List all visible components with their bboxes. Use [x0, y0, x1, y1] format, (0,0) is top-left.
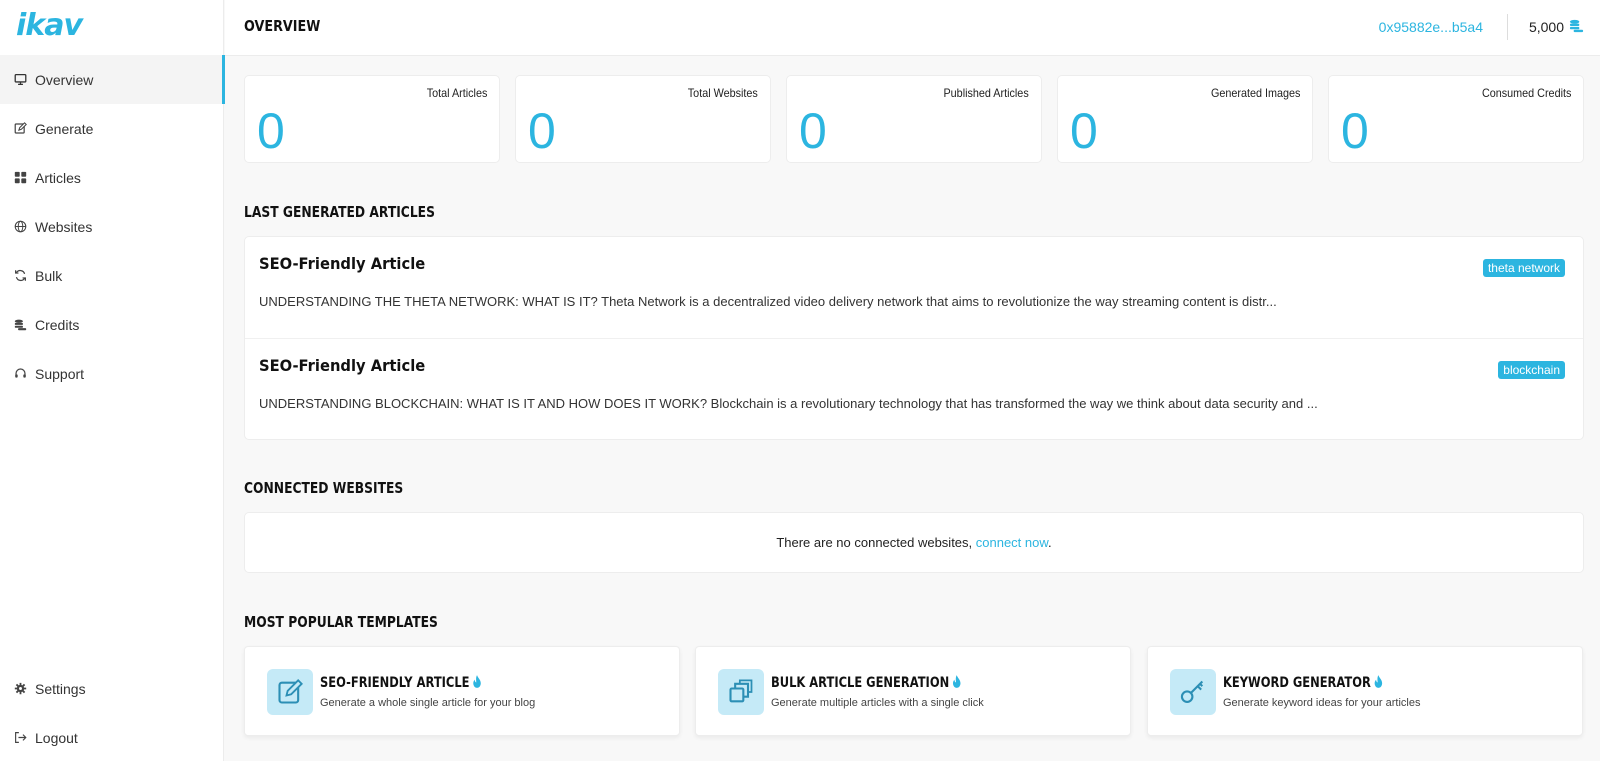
stat-value: 0 — [1070, 103, 1098, 159]
sidebar-item-settings[interactable]: Settings — [0, 664, 224, 713]
logout-icon — [14, 731, 27, 744]
flame-icon — [1374, 675, 1383, 688]
stat-value: 0 — [1341, 103, 1369, 159]
stat-card-total-articles: Total Articles 0 — [244, 75, 500, 163]
connected-websites-box: There are no connected websites, connect… — [244, 512, 1584, 573]
section-title-last-articles: LAST GENERATED ARTICLES — [244, 203, 435, 221]
template-title: BULK ARTICLE GENERATION — [771, 675, 961, 691]
sidebar-item-label: Generate — [35, 120, 94, 137]
headset-icon — [14, 367, 27, 380]
credits-balance[interactable]: 5,000 — [1529, 18, 1584, 36]
section-title-connected-websites: CONNECTED WEBSITES — [244, 479, 404, 497]
page-title: OVERVIEW — [244, 17, 321, 35]
template-description: Generate multiple articles with a single… — [771, 697, 984, 709]
stat-label: Published Articles — [943, 86, 1029, 100]
coins-icon — [1569, 18, 1584, 36]
stat-value: 0 — [799, 103, 827, 159]
monitor-icon — [14, 73, 27, 86]
sidebar-item-label: Articles — [35, 169, 81, 186]
article-item[interactable]: SEO-Friendly Article theta network UNDER… — [245, 237, 1583, 338]
refresh-icon — [14, 269, 27, 282]
sidebar-item-articles[interactable]: Articles — [0, 153, 224, 202]
template-description: Generate keyword ideas for your articles — [1223, 697, 1421, 709]
stat-card-consumed-credits: Consumed Credits 0 — [1328, 75, 1584, 163]
sidebar-item-label: Logout — [35, 729, 78, 746]
wallet-address[interactable]: 0x95882e...b5a4 — [1379, 19, 1483, 35]
sidebar-item-label: Credits — [35, 316, 80, 333]
gear-icon — [14, 682, 27, 695]
copy-icon — [718, 669, 764, 715]
article-tag: theta network — [1482, 259, 1565, 277]
grid-icon — [14, 171, 27, 184]
stat-label: Total Websites — [687, 86, 758, 100]
app-logo[interactable]: ikav — [16, 8, 83, 43]
sidebar-item-credits[interactable]: Credits — [0, 300, 224, 349]
top-header: OVERVIEW 0x95882e...b5a4 5,000 — [225, 0, 1600, 56]
article-title[interactable]: SEO-Friendly Article — [259, 356, 425, 375]
stat-value: 0 — [257, 103, 285, 159]
flame-icon — [952, 675, 961, 688]
stat-label: Total Articles — [426, 86, 487, 100]
sidebar-bottom-nav: Settings Logout — [0, 664, 224, 761]
article-item[interactable]: SEO-Friendly Article blockchain UNDERSTA… — [245, 338, 1583, 439]
sidebar-item-logout[interactable]: Logout — [0, 713, 224, 761]
section-title-templates: MOST POPULAR TEMPLATES — [244, 613, 438, 631]
header-divider — [1507, 14, 1508, 40]
stat-label: Generated Images — [1210, 86, 1300, 100]
sidebar-item-websites[interactable]: Websites — [0, 202, 224, 251]
article-excerpt: UNDERSTANDING THE THETA NETWORK: WHAT IS… — [259, 294, 1277, 309]
articles-list: SEO-Friendly Article theta network UNDER… — [244, 236, 1584, 440]
sidebar-item-support[interactable]: Support — [0, 349, 224, 398]
sidebar-item-generate[interactable]: Generate — [0, 104, 224, 153]
sidebar-item-label: Settings — [35, 680, 86, 697]
template-card-bulk-generation[interactable]: BULK ARTICLE GENERATION Generate multipl… — [695, 646, 1131, 736]
stat-label: Consumed Credits — [1481, 86, 1571, 100]
sidebar-item-overview[interactable]: Overview — [0, 55, 225, 104]
sidebar-item-label: Support — [35, 365, 85, 382]
template-card-keyword-generator[interactable]: KEYWORD GENERATOR Generate keyword ideas… — [1147, 646, 1583, 736]
edit-icon — [14, 122, 27, 135]
sidebar-item-label: Bulk — [35, 267, 63, 284]
edit-icon — [267, 669, 313, 715]
stat-value: 0 — [528, 103, 556, 159]
flame-icon — [473, 675, 482, 688]
connect-now-link[interactable]: connect now — [976, 535, 1048, 550]
article-excerpt: UNDERSTANDING BLOCKCHAIN: WHAT IS IT AND… — [259, 396, 1318, 411]
credits-value: 5,000 — [1528, 19, 1564, 35]
template-description: Generate a whole single article for your… — [320, 697, 536, 709]
sidebar-item-bulk[interactable]: Bulk — [0, 251, 224, 300]
coins-icon — [14, 318, 27, 331]
template-card-seo-article[interactable]: SEO-FRIENDLY ARTICLE Generate a whole si… — [244, 646, 680, 736]
key-icon — [1170, 669, 1216, 715]
empty-state-message: There are no connected websites, connect… — [245, 535, 1583, 550]
empty-state-text: There are no connected websites, — [776, 535, 976, 550]
template-title: KEYWORD GENERATOR — [1223, 675, 1383, 691]
sidebar-nav: Overview Generate Articles Websites Bulk — [0, 55, 225, 398]
article-title[interactable]: SEO-Friendly Article — [259, 254, 425, 273]
sidebar-item-label: Overview — [35, 71, 94, 88]
empty-state-suffix: . — [1048, 535, 1052, 550]
article-tag: blockchain — [1498, 361, 1565, 379]
stat-card-published-articles: Published Articles 0 — [786, 75, 1042, 163]
globe-icon — [14, 220, 27, 233]
stat-card-generated-images: Generated Images 0 — [1057, 75, 1313, 163]
sidebar: ikav Overview Generate Articles Websites — [0, 0, 225, 761]
sidebar-item-label: Websites — [35, 218, 93, 235]
stat-card-total-websites: Total Websites 0 — [515, 75, 771, 163]
template-title: SEO-FRIENDLY ARTICLE — [320, 675, 482, 691]
